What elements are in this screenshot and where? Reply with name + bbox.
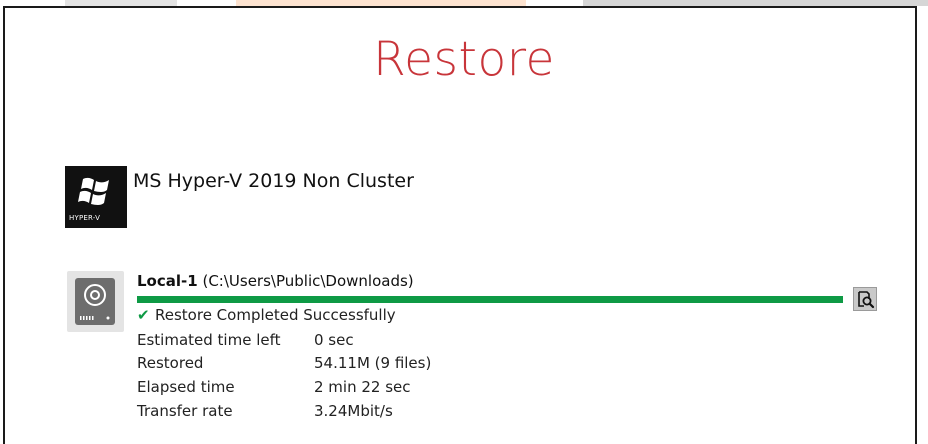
backup-source-title: MS Hyper-V 2019 Non Cluster [133, 170, 414, 192]
restore-progress-fill [137, 296, 843, 303]
destination-name: Local-1 (C:\Users\Public\Downloads) [137, 272, 414, 290]
status-text: Restore Completed Successfully [155, 306, 396, 324]
magnifier-document-icon [858, 291, 875, 309]
detail-row-restored: Restored 54.11M (9 files) [137, 354, 431, 372]
detail-value: 3.24Mbit/s [314, 402, 393, 420]
restore-status: ✔ Restore Completed Successfully [137, 306, 396, 324]
app-icon-caption: HYPER-V [69, 214, 101, 222]
detail-value: 54.11M (9 files) [314, 354, 432, 372]
detail-row-elapsed-time: Elapsed time 2 min 22 sec [137, 378, 411, 396]
detail-label: Elapsed time [137, 378, 235, 396]
hard-drive-icon [67, 271, 124, 332]
restore-window: Restore HYPER-V MS Hyper-V 2019 Non Clus… [0, 0, 928, 444]
page-title: Restore [373, 32, 555, 87]
destination-label: Local-1 [137, 272, 198, 290]
detail-label: Transfer rate [137, 402, 233, 420]
drive-body [75, 278, 115, 325]
check-icon: ✔ [137, 306, 150, 324]
drive-platter-icon [80, 284, 110, 320]
detail-value: 2 min 22 sec [314, 378, 411, 396]
preview-report-button[interactable] [853, 287, 877, 311]
windows-logo-icon: HYPER-V [65, 166, 127, 228]
detail-row-transfer-rate: Transfer rate 3.24Mbit/s [137, 402, 393, 420]
windows-flag-icon [78, 177, 109, 205]
destination-path: (C:\Users\Public\Downloads) [202, 272, 414, 290]
detail-label: Estimated time left [137, 331, 281, 349]
detail-value: 0 sec [314, 331, 354, 349]
detail-row-estimated-time: Estimated time left 0 sec [137, 331, 354, 349]
detail-label: Restored [137, 354, 204, 372]
restore-progress-bar [137, 296, 843, 303]
